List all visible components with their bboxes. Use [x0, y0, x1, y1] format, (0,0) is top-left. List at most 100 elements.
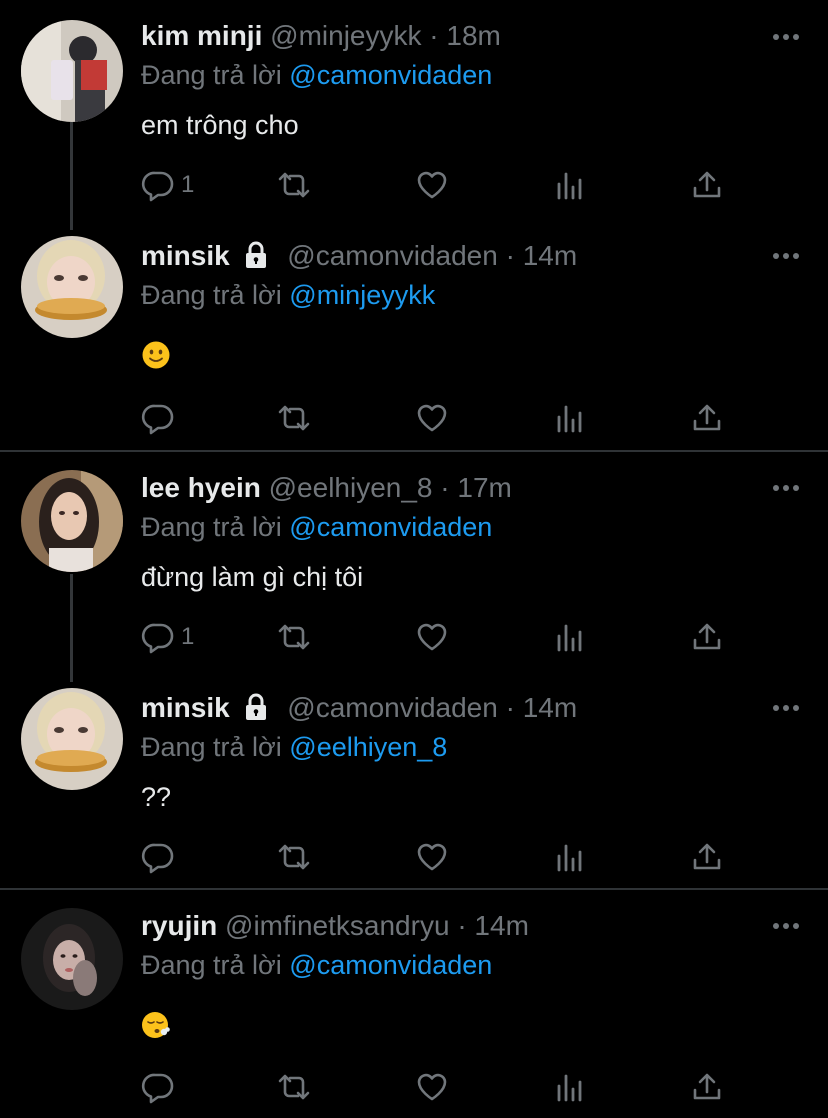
views-button[interactable]	[555, 400, 585, 436]
avatar[interactable]	[21, 688, 123, 790]
like-button[interactable]	[415, 839, 449, 875]
separator-dot: ·	[457, 910, 467, 941]
display-name[interactable]: ryujin	[141, 910, 217, 941]
separator-dot: ·	[505, 240, 515, 271]
replying-to: Đang trả lời @eelhiyen_8	[141, 730, 447, 764]
user-handle[interactable]: @imfinetksandryu	[225, 910, 450, 941]
retweet-button[interactable]	[276, 1069, 312, 1105]
avatar[interactable]	[21, 908, 123, 1010]
display-name[interactable]: minsik	[141, 692, 230, 723]
like-icon	[417, 171, 447, 199]
timestamp[interactable]: 18m	[446, 20, 500, 51]
replying-to: Đang trả lời @camonvidaden	[141, 510, 492, 544]
action-bar	[141, 839, 741, 875]
tweet-header: ryujin @imfinetksandryu · 14m	[141, 908, 529, 944]
face-exhaling-icon	[142, 1012, 170, 1038]
share-button[interactable]	[691, 1069, 723, 1105]
share-icon	[693, 623, 721, 650]
reply-icon	[141, 404, 174, 435]
retweet-icon	[278, 624, 310, 650]
reply-button[interactable]	[141, 400, 181, 436]
replying-to: Đang trả lời @minjeyykk	[141, 278, 435, 312]
avatar[interactable]	[21, 20, 123, 122]
reply-icon	[141, 1073, 174, 1104]
like-icon	[417, 1073, 447, 1101]
separator-dot: ·	[429, 20, 439, 51]
reply-count: 1	[181, 623, 195, 650]
views-icon	[557, 844, 582, 872]
thread-connector	[70, 574, 73, 682]
user-handle[interactable]: @camonvidaden	[287, 240, 498, 271]
user-handle[interactable]: @camonvidaden	[287, 692, 498, 723]
share-button[interactable]	[691, 839, 723, 875]
tweet-text: em trông cho	[141, 110, 299, 140]
reply-icon	[141, 623, 174, 654]
display-name[interactable]: minsik	[141, 240, 230, 271]
more-icon[interactable]	[772, 701, 800, 715]
views-icon	[557, 405, 582, 433]
share-button[interactable]	[691, 400, 723, 436]
reply-button[interactable]	[141, 839, 181, 875]
tweet-header: minsik @camonvidaden · 14m	[141, 690, 577, 726]
replying-to: Đang trả lời @camonvidaden	[141, 948, 492, 982]
lock-icon	[246, 241, 267, 268]
reply-icon	[141, 171, 174, 202]
user-handle[interactable]: @minjeyykk	[270, 20, 421, 51]
tweet-header: minsik @camonvidaden · 14m	[141, 238, 577, 274]
mention-link[interactable]: @eelhiyen_8	[289, 732, 447, 762]
like-button[interactable]	[415, 167, 449, 203]
reply-button[interactable]: 1	[141, 619, 194, 655]
separator-dot: ·	[440, 472, 450, 503]
like-button[interactable]	[415, 1069, 449, 1105]
share-button[interactable]	[691, 167, 723, 203]
lock-icon	[246, 693, 267, 720]
reply-button[interactable]	[141, 1069, 181, 1105]
user-handle[interactable]: @eelhiyen_8	[269, 472, 433, 503]
share-icon	[693, 404, 721, 431]
retweet-button[interactable]	[276, 400, 312, 436]
like-button[interactable]	[415, 400, 449, 436]
conversation-divider	[0, 450, 828, 452]
action-bar: 1	[141, 619, 741, 655]
timestamp[interactable]: 14m	[474, 910, 528, 941]
retweet-icon	[278, 172, 310, 198]
tweet-header: kim minji @minjeyykk · 18m	[141, 18, 501, 54]
reply-count: 1	[181, 171, 195, 198]
retweet-icon	[278, 405, 310, 431]
share-icon	[693, 171, 721, 198]
action-bar	[141, 400, 741, 436]
timestamp[interactable]: 17m	[457, 472, 511, 503]
views-button[interactable]	[555, 619, 585, 655]
mention-link[interactable]: @camonvidaden	[289, 950, 492, 980]
like-button[interactable]	[415, 619, 449, 655]
more-icon[interactable]	[772, 30, 800, 44]
display-name[interactable]: kim minji	[141, 20, 262, 51]
timestamp[interactable]: 14m	[523, 240, 577, 271]
views-button[interactable]	[555, 1069, 585, 1105]
share-button[interactable]	[691, 619, 723, 655]
retweet-button[interactable]	[276, 167, 312, 203]
mention-link[interactable]: @minjeyykk	[289, 280, 435, 310]
replying-to-label: Đang trả lời	[141, 732, 282, 762]
retweet-button[interactable]	[276, 839, 312, 875]
like-icon	[417, 623, 447, 651]
retweet-icon	[278, 844, 310, 870]
retweet-button[interactable]	[276, 619, 312, 655]
reply-button[interactable]: 1	[141, 167, 194, 203]
views-button[interactable]	[555, 839, 585, 875]
views-button[interactable]	[555, 167, 585, 203]
slightly-smiling-face-icon	[142, 341, 170, 369]
avatar[interactable]	[21, 470, 123, 572]
mention-link[interactable]: @camonvidaden	[289, 60, 492, 90]
more-icon[interactable]	[772, 919, 800, 933]
timestamp[interactable]: 14m	[523, 692, 577, 723]
share-icon	[693, 1073, 721, 1100]
more-icon[interactable]	[772, 481, 800, 495]
conversation-divider	[0, 888, 828, 890]
display-name[interactable]: lee hyein	[141, 472, 261, 503]
tweet-header: lee hyein @eelhiyen_8 · 17m	[141, 470, 512, 506]
more-icon[interactable]	[772, 249, 800, 263]
avatar[interactable]	[21, 236, 123, 338]
action-bar	[141, 1069, 741, 1105]
mention-link[interactable]: @camonvidaden	[289, 512, 492, 542]
